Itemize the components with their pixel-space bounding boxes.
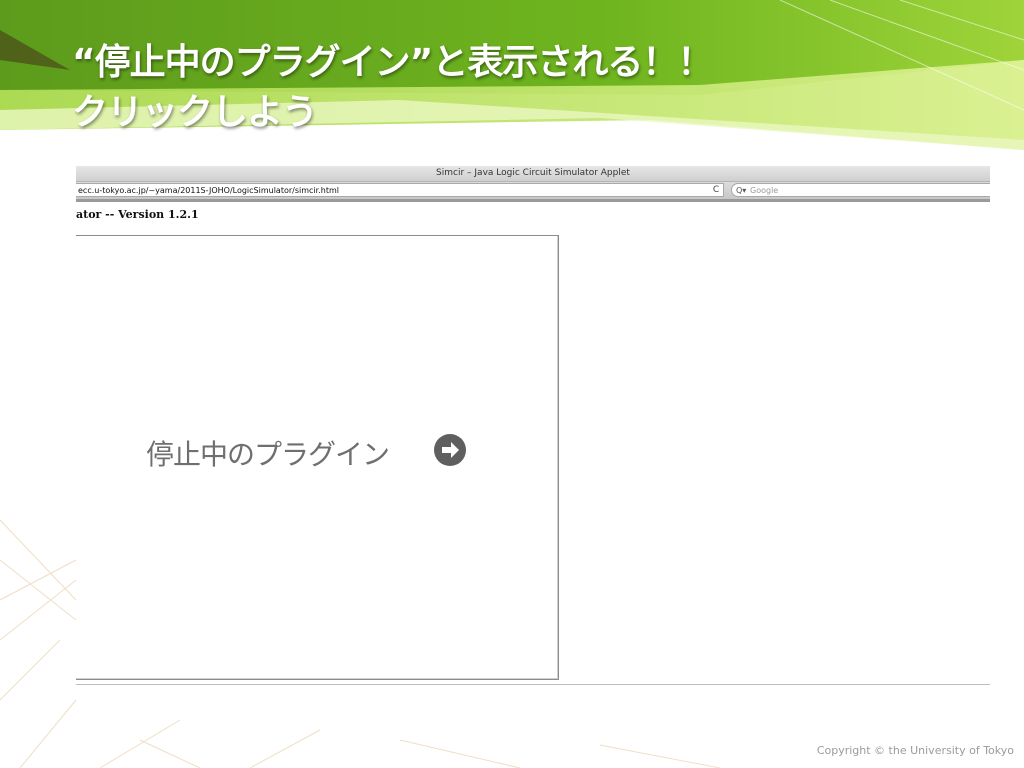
browser-toolbar: ecc.u-tokyo.ac.jp/~yama/2011S-JOHO/Logic… [76,182,990,202]
arrow-right-icon [442,442,459,458]
inactive-plugin-label[interactable]: 停止中のプラグイン [146,433,390,473]
arrow-right-circle-icon[interactable] [434,434,466,466]
search-field[interactable]: Q▾ Google [731,183,990,197]
reload-icon[interactable]: C [710,184,722,196]
page-heading: ator -- Version 1.2.1 [76,208,199,221]
search-placeholder: Google [750,186,779,195]
slide-title-line-1: “停止中のプラグイン”と表示される！！ [72,42,713,83]
address-bar[interactable]: ecc.u-tokyo.ac.jp/~yama/2011S-JOHO/Logic… [76,183,724,197]
slide-title: “停止中のプラグイン”と表示される！！ クリックしよう [72,38,972,138]
applet-frame[interactable]: 停止中のプラグイン [76,235,559,680]
page-divider [76,684,990,685]
window-title: Simcir – Java Logic Circuit Simulator Ap… [76,166,990,182]
search-icon: Q▾ [736,186,747,195]
browser-screenshot: Simcir – Java Logic Circuit Simulator Ap… [76,166,990,686]
copyright-notice: Copyright © the University of Tokyo [816,744,1014,757]
slide-title-line-2: クリックしよう [72,92,318,133]
